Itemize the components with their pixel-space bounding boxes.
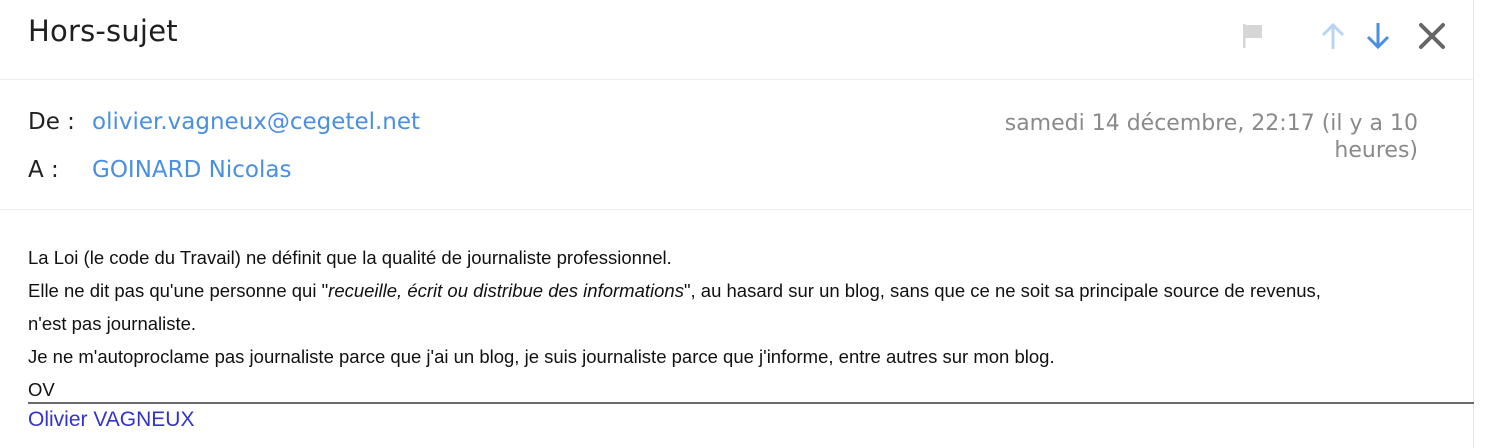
body-line: Elle ne dit pas qu'une personne qui "rec…	[28, 274, 1478, 307]
arrow-up-icon[interactable]	[1315, 18, 1351, 54]
body-line: n'est pas journaliste.	[28, 313, 197, 334]
message-meta: De : olivier.vagneux@cegetel.net A : GOI…	[0, 80, 1474, 210]
message-header: Hors-sujet	[0, 0, 1474, 80]
signature-divider	[28, 402, 1474, 404]
arrow-down-icon[interactable]	[1360, 18, 1396, 54]
close-icon[interactable]	[1414, 18, 1450, 54]
to-label: A :	[28, 157, 59, 183]
from-address-link[interactable]: olivier.vagneux@cegetel.net	[92, 109, 420, 135]
message-body: La Loi (le code du Travail) ne définit q…	[28, 241, 1478, 406]
body-text: ", au hasard sur un blog, sans que ce ne…	[683, 280, 1321, 301]
to-recipient-link[interactable]: GOINARD Nicolas	[92, 157, 291, 183]
body-text: Elle ne dit pas qu'une personne qui "	[28, 280, 329, 301]
message-view: Hors-sujet De : olivier.vagneux@cegetel.…	[0, 0, 1474, 448]
from-label: De :	[28, 109, 75, 135]
message-date: samedi 14 décembre, 22:17 (il y a 10 heu…	[958, 110, 1418, 164]
message-subject: Hors-sujet	[28, 14, 178, 48]
date-line-2: heures)	[1334, 138, 1418, 163]
body-line: Je ne m'autoproclame pas journaliste par…	[28, 346, 1055, 367]
body-line: La Loi (le code du Travail) ne définit q…	[28, 247, 672, 268]
date-line-1: samedi 14 décembre, 22:17 (il y a 10	[1004, 111, 1418, 136]
signature-link[interactable]: Olivier VAGNEUX	[28, 408, 194, 432]
flag-icon[interactable]	[1235, 18, 1271, 54]
body-quote: recueille, écrit ou distribue des inform…	[328, 280, 684, 301]
